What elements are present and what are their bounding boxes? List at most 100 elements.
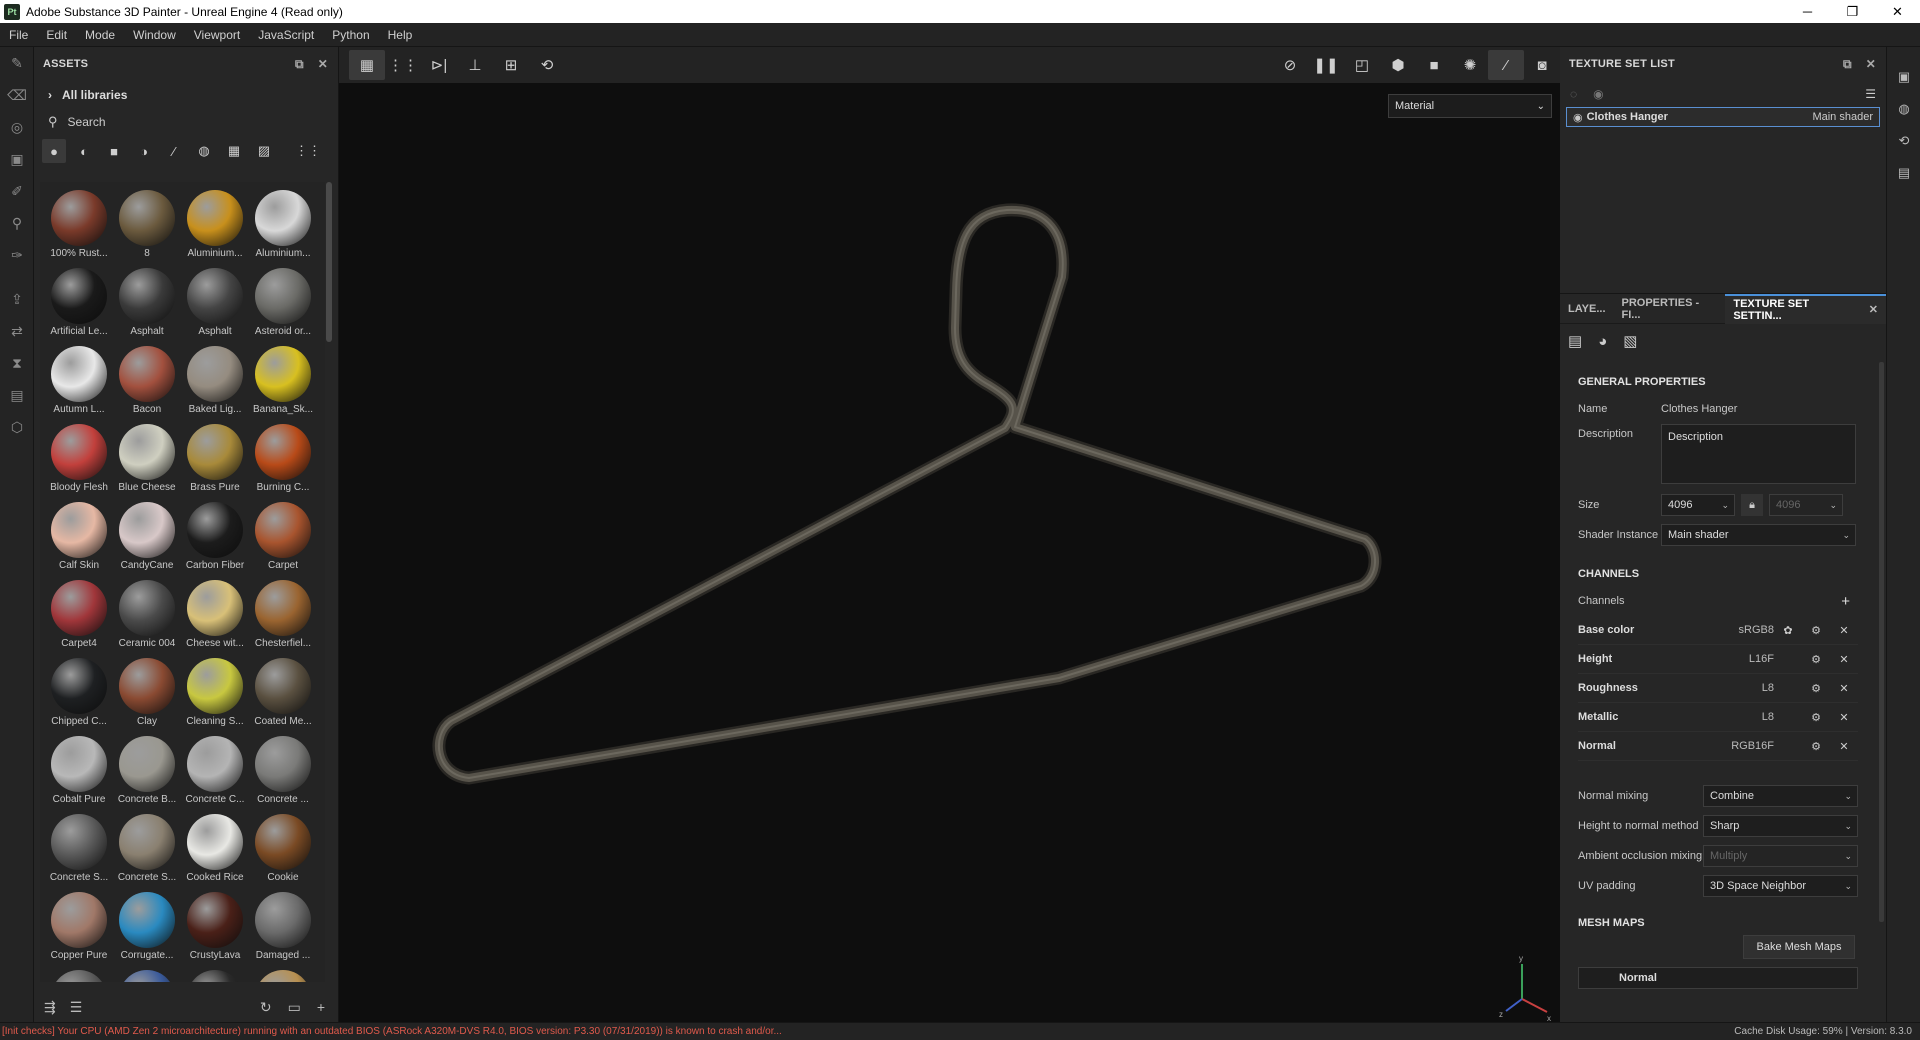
menu-javascript[interactable]: JavaScript (249, 28, 323, 42)
settings-icon[interactable]: ▤ (1568, 332, 1582, 350)
asset-item[interactable]: Aluminium... (248, 184, 318, 262)
remove-channel-icon[interactable]: ✕ (1830, 653, 1858, 666)
menu-file[interactable]: File (0, 28, 37, 42)
hide-icon[interactable]: ⊘ (1272, 50, 1308, 80)
gear-icon[interactable]: ⚙ (1802, 711, 1830, 724)
asset-item[interactable]: Chesterfiel... (248, 574, 318, 652)
log-icon[interactable]: ▤ (1887, 157, 1920, 189)
asset-item[interactable]: Corrugate... (112, 886, 182, 964)
asset-item[interactable] (112, 964, 182, 982)
menu-python[interactable]: Python (323, 28, 378, 42)
asset-item[interactable]: Carpet4 (44, 574, 114, 652)
new-folder-icon[interactable]: ▭ (288, 999, 301, 1016)
asset-item[interactable]: Concrete C... (180, 730, 250, 808)
polygon-fill-icon[interactable]: ▣ (0, 143, 34, 175)
gear-icon[interactable]: ⚙ (1802, 653, 1830, 666)
camera-icon[interactable]: ■ (1416, 50, 1452, 80)
refresh-icon[interactable]: ↻ (260, 999, 272, 1016)
eye-icon[interactable]: ◉ (1593, 87, 1603, 101)
channel-row[interactable]: Base color sRGB8 ✿ ⚙ ✕ (1578, 616, 1858, 645)
asset-item[interactable]: Autumn L... (44, 340, 114, 418)
float-panel-icon[interactable]: ⧉ (1843, 57, 1852, 72)
gear-icon[interactable]: ⚙ (1802, 740, 1830, 753)
close-panel-icon[interactable]: ✕ (1866, 57, 1876, 72)
asset-item[interactable] (248, 964, 318, 982)
remove-channel-icon[interactable]: ✕ (1830, 740, 1858, 753)
asset-item[interactable]: Bloody Flesh (44, 418, 114, 496)
history-icon[interactable]: ⟲ (529, 50, 565, 80)
gear-icon[interactable]: ⚙ (1802, 624, 1830, 637)
add-icon[interactable]: + (317, 999, 325, 1016)
filter-environments-icon[interactable]: ▨ (252, 139, 276, 163)
asset-item[interactable]: Concrete S... (112, 808, 182, 886)
channel-row[interactable]: Roughness L8 ⚙ ✕ (1578, 674, 1858, 703)
asset-item[interactable]: Artificial Le... (44, 262, 114, 340)
clone-stamp-icon[interactable]: ⚲ (0, 207, 34, 239)
viewport[interactable]: ▦ ⋮⋮ ⊳| ⊥ ⊞ ⟲ ⊘ ❚❚ ◰ ⬢ ■ ✺ ⁄ ◙ Material … (339, 47, 1560, 1022)
asset-item[interactable]: Bacon (112, 340, 182, 418)
tab-properties[interactable]: PROPERTIES - FI... (1614, 294, 1726, 324)
asset-item[interactable]: Cheese wit... (180, 574, 250, 652)
lock-icon[interactable]: 🔒︎ (1741, 494, 1763, 516)
menu-viewport[interactable]: Viewport (185, 28, 249, 42)
asset-item[interactable]: Carpet (248, 496, 318, 574)
asset-item[interactable]: 8 (112, 184, 182, 262)
asset-item[interactable]: Baked Lig... (180, 340, 250, 418)
asset-scrollbar[interactable] (326, 182, 332, 342)
smudge-icon[interactable]: ✐ (0, 175, 34, 207)
import-icon[interactable]: ⇶ (44, 999, 56, 1016)
2d-view-icon[interactable]: ◰ (1344, 50, 1380, 80)
filter-brushes-icon[interactable]: ⁄ (162, 139, 186, 163)
uv-grid-icon[interactable]: ▦ (349, 50, 385, 80)
channel-format[interactable]: sRGB8 (1739, 624, 1774, 636)
asset-item[interactable]: Cookie (248, 808, 318, 886)
close-tab-icon[interactable]: ✕ (1869, 303, 1878, 316)
asset-item[interactable]: Brass Pure (180, 418, 250, 496)
asset-item[interactable]: Clay (112, 652, 182, 730)
lighting-icon[interactable]: ✺ (1452, 50, 1488, 80)
channel-row[interactable]: Metallic L8 ⚙ ✕ (1578, 703, 1858, 732)
channel-row[interactable]: Height L16F ⚙ ✕ (1578, 645, 1858, 674)
mesh-map-normal[interactable]: Normal (1578, 967, 1858, 989)
visibility-eye-icon[interactable]: ◉ (1573, 111, 1583, 124)
name-value[interactable]: Clothes Hanger (1661, 403, 1737, 415)
eraser-icon[interactable]: ⌫ (0, 79, 34, 111)
hide-all-icon[interactable]: ◌ (1570, 87, 1577, 101)
remove-channel-icon[interactable]: ✕ (1830, 711, 1858, 724)
shelf-icon[interactable]: ⇄ (0, 315, 34, 347)
color-picker-icon[interactable]: ✑ (0, 239, 34, 271)
projection-icon[interactable]: ◎ (0, 111, 34, 143)
maximize-button[interactable]: ❐ (1830, 0, 1875, 23)
close-window-button[interactable]: ✕ (1875, 0, 1920, 23)
minimize-button[interactable]: ─ (1785, 0, 1830, 23)
filter-generators-icon[interactable]: ◑ (132, 139, 156, 163)
asset-item[interactable] (180, 964, 250, 982)
filter-materials-icon[interactable]: ● (42, 139, 66, 163)
library-icon[interactable]: ⬡ (0, 411, 34, 443)
align-icon[interactable]: ⊥ (457, 50, 493, 80)
filter-smart-materials-icon[interactable]: ◐ (72, 139, 96, 163)
tab-layers[interactable]: LAYE... (1560, 294, 1614, 324)
asset-item[interactable]: Concrete B... (112, 730, 182, 808)
asset-item[interactable]: Damaged ... (248, 886, 318, 964)
screenshot-icon[interactable]: ◙ (1524, 50, 1560, 80)
shader-select[interactable]: Main shader ⌄ (1661, 524, 1856, 546)
uv-icon[interactable]: ▧ (1623, 332, 1637, 350)
display-settings-icon[interactable]: ◍ (1887, 93, 1920, 125)
asset-item[interactable]: Burning C... (248, 418, 318, 496)
status-message[interactable]: [Init checks] Your CPU (AMD Zen 2 microa… (0, 1026, 1400, 1037)
filter-particles-icon[interactable]: ◍ (192, 139, 216, 163)
size-select[interactable]: 4096 ⌄ (1661, 494, 1735, 516)
height-to-normal-select[interactable]: Sharp ⌄ (1703, 815, 1858, 837)
menu-edit[interactable]: Edit (37, 28, 76, 42)
channel-format[interactable]: L8 (1762, 682, 1774, 694)
asset-item[interactable]: Cobalt Pure (44, 730, 114, 808)
menu-help[interactable]: Help (379, 28, 422, 42)
add-channel-icon[interactable]: + (1841, 593, 1850, 610)
color-profile-icon[interactable]: ✿ (1774, 624, 1802, 637)
channel-format[interactable]: RGB16F (1731, 740, 1774, 752)
settings-scrollbar[interactable] (1879, 362, 1884, 922)
asset-item[interactable]: Copper Pure (44, 886, 114, 964)
asset-item[interactable]: Cooked Rice (180, 808, 250, 886)
channel-format[interactable]: L16F (1749, 653, 1774, 665)
